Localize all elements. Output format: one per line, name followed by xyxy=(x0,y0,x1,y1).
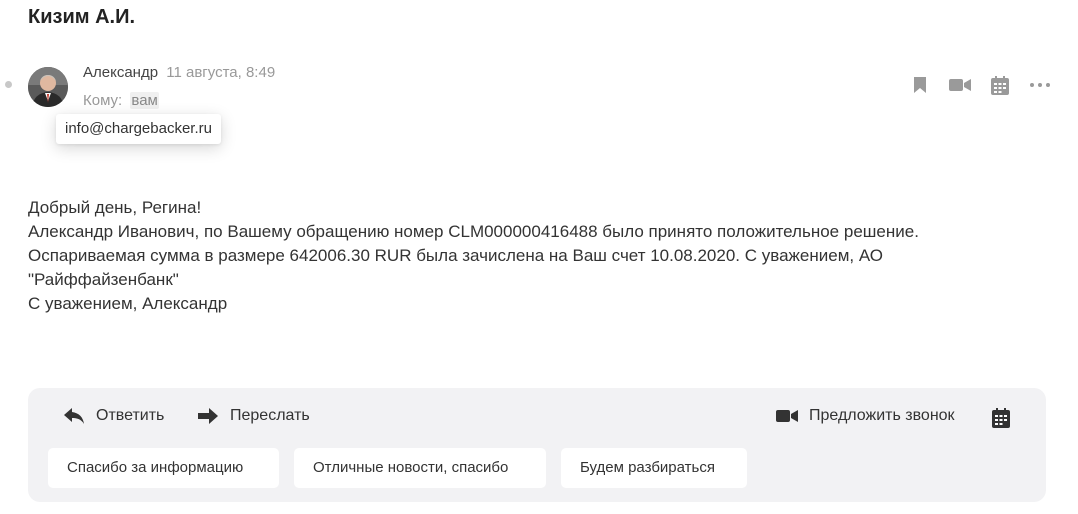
signature-text: С уважением, Александр xyxy=(28,294,228,313)
schedule-button[interactable] xyxy=(989,406,1013,430)
recipient-value[interactable]: вам xyxy=(130,92,159,109)
forward-label: Переслать xyxy=(230,407,310,424)
forward-icon xyxy=(196,405,220,427)
message-actions xyxy=(900,74,1060,96)
reply-label: Ответить xyxy=(96,407,165,424)
body-line-2: Оспариваемая сумма в размере 642006.30 R… xyxy=(28,246,884,265)
quick-reply-button[interactable]: Спасибо за информацию xyxy=(48,448,279,488)
message-date: 11 августа, 8:49 xyxy=(166,64,276,81)
quick-reply-button[interactable]: Будем разбираться xyxy=(561,448,747,488)
more-icon xyxy=(1030,83,1050,87)
avatar[interactable] xyxy=(28,67,68,107)
calendar-button[interactable] xyxy=(980,74,1020,96)
bookmark-button[interactable] xyxy=(900,74,940,96)
more-button[interactable] xyxy=(1020,74,1060,96)
message-body: Добрый день, Регина! Александр Иванович,… xyxy=(28,196,1048,316)
email-subject: Кизим А.И. xyxy=(28,6,136,28)
sender-name[interactable]: Александр xyxy=(83,64,158,81)
calendar-icon xyxy=(992,408,1010,428)
video-call-icon xyxy=(949,79,971,91)
reply-button[interactable]: Ответить xyxy=(62,405,164,427)
body-line-3: "Райффайзенбанк" xyxy=(28,270,179,289)
greeting-text: Добрый день, Регина! xyxy=(28,198,202,217)
email-view: Кизим А.И. Александр 11 августа, 8:49 Ко… xyxy=(0,0,1078,514)
body-line-1: Александр Иванович, по Вашему обращению … xyxy=(28,222,919,241)
bookmark-icon xyxy=(914,77,926,93)
video-call-icon xyxy=(775,405,799,427)
sender-email-tooltip: info@chargebacker.ru xyxy=(56,114,221,144)
unread-indicator[interactable] xyxy=(5,81,12,88)
reply-icon xyxy=(62,405,86,427)
calendar-icon xyxy=(991,75,1009,95)
reply-panel: Ответить Переслать Предложить звонок Спа… xyxy=(28,388,1046,502)
to-label: Кому: xyxy=(83,92,123,109)
recipient-line: Кому: вам xyxy=(83,92,159,109)
suggest-call-button[interactable]: Предложить звонок xyxy=(775,405,955,427)
video-call-button[interactable] xyxy=(940,74,980,96)
sender-line: Александр 11 августа, 8:49 xyxy=(83,64,275,81)
quick-reply-button[interactable]: Отличные новости, спасибо xyxy=(294,448,546,488)
forward-button[interactable]: Переслать xyxy=(196,405,310,427)
suggest-call-label: Предложить звонок xyxy=(809,407,955,424)
